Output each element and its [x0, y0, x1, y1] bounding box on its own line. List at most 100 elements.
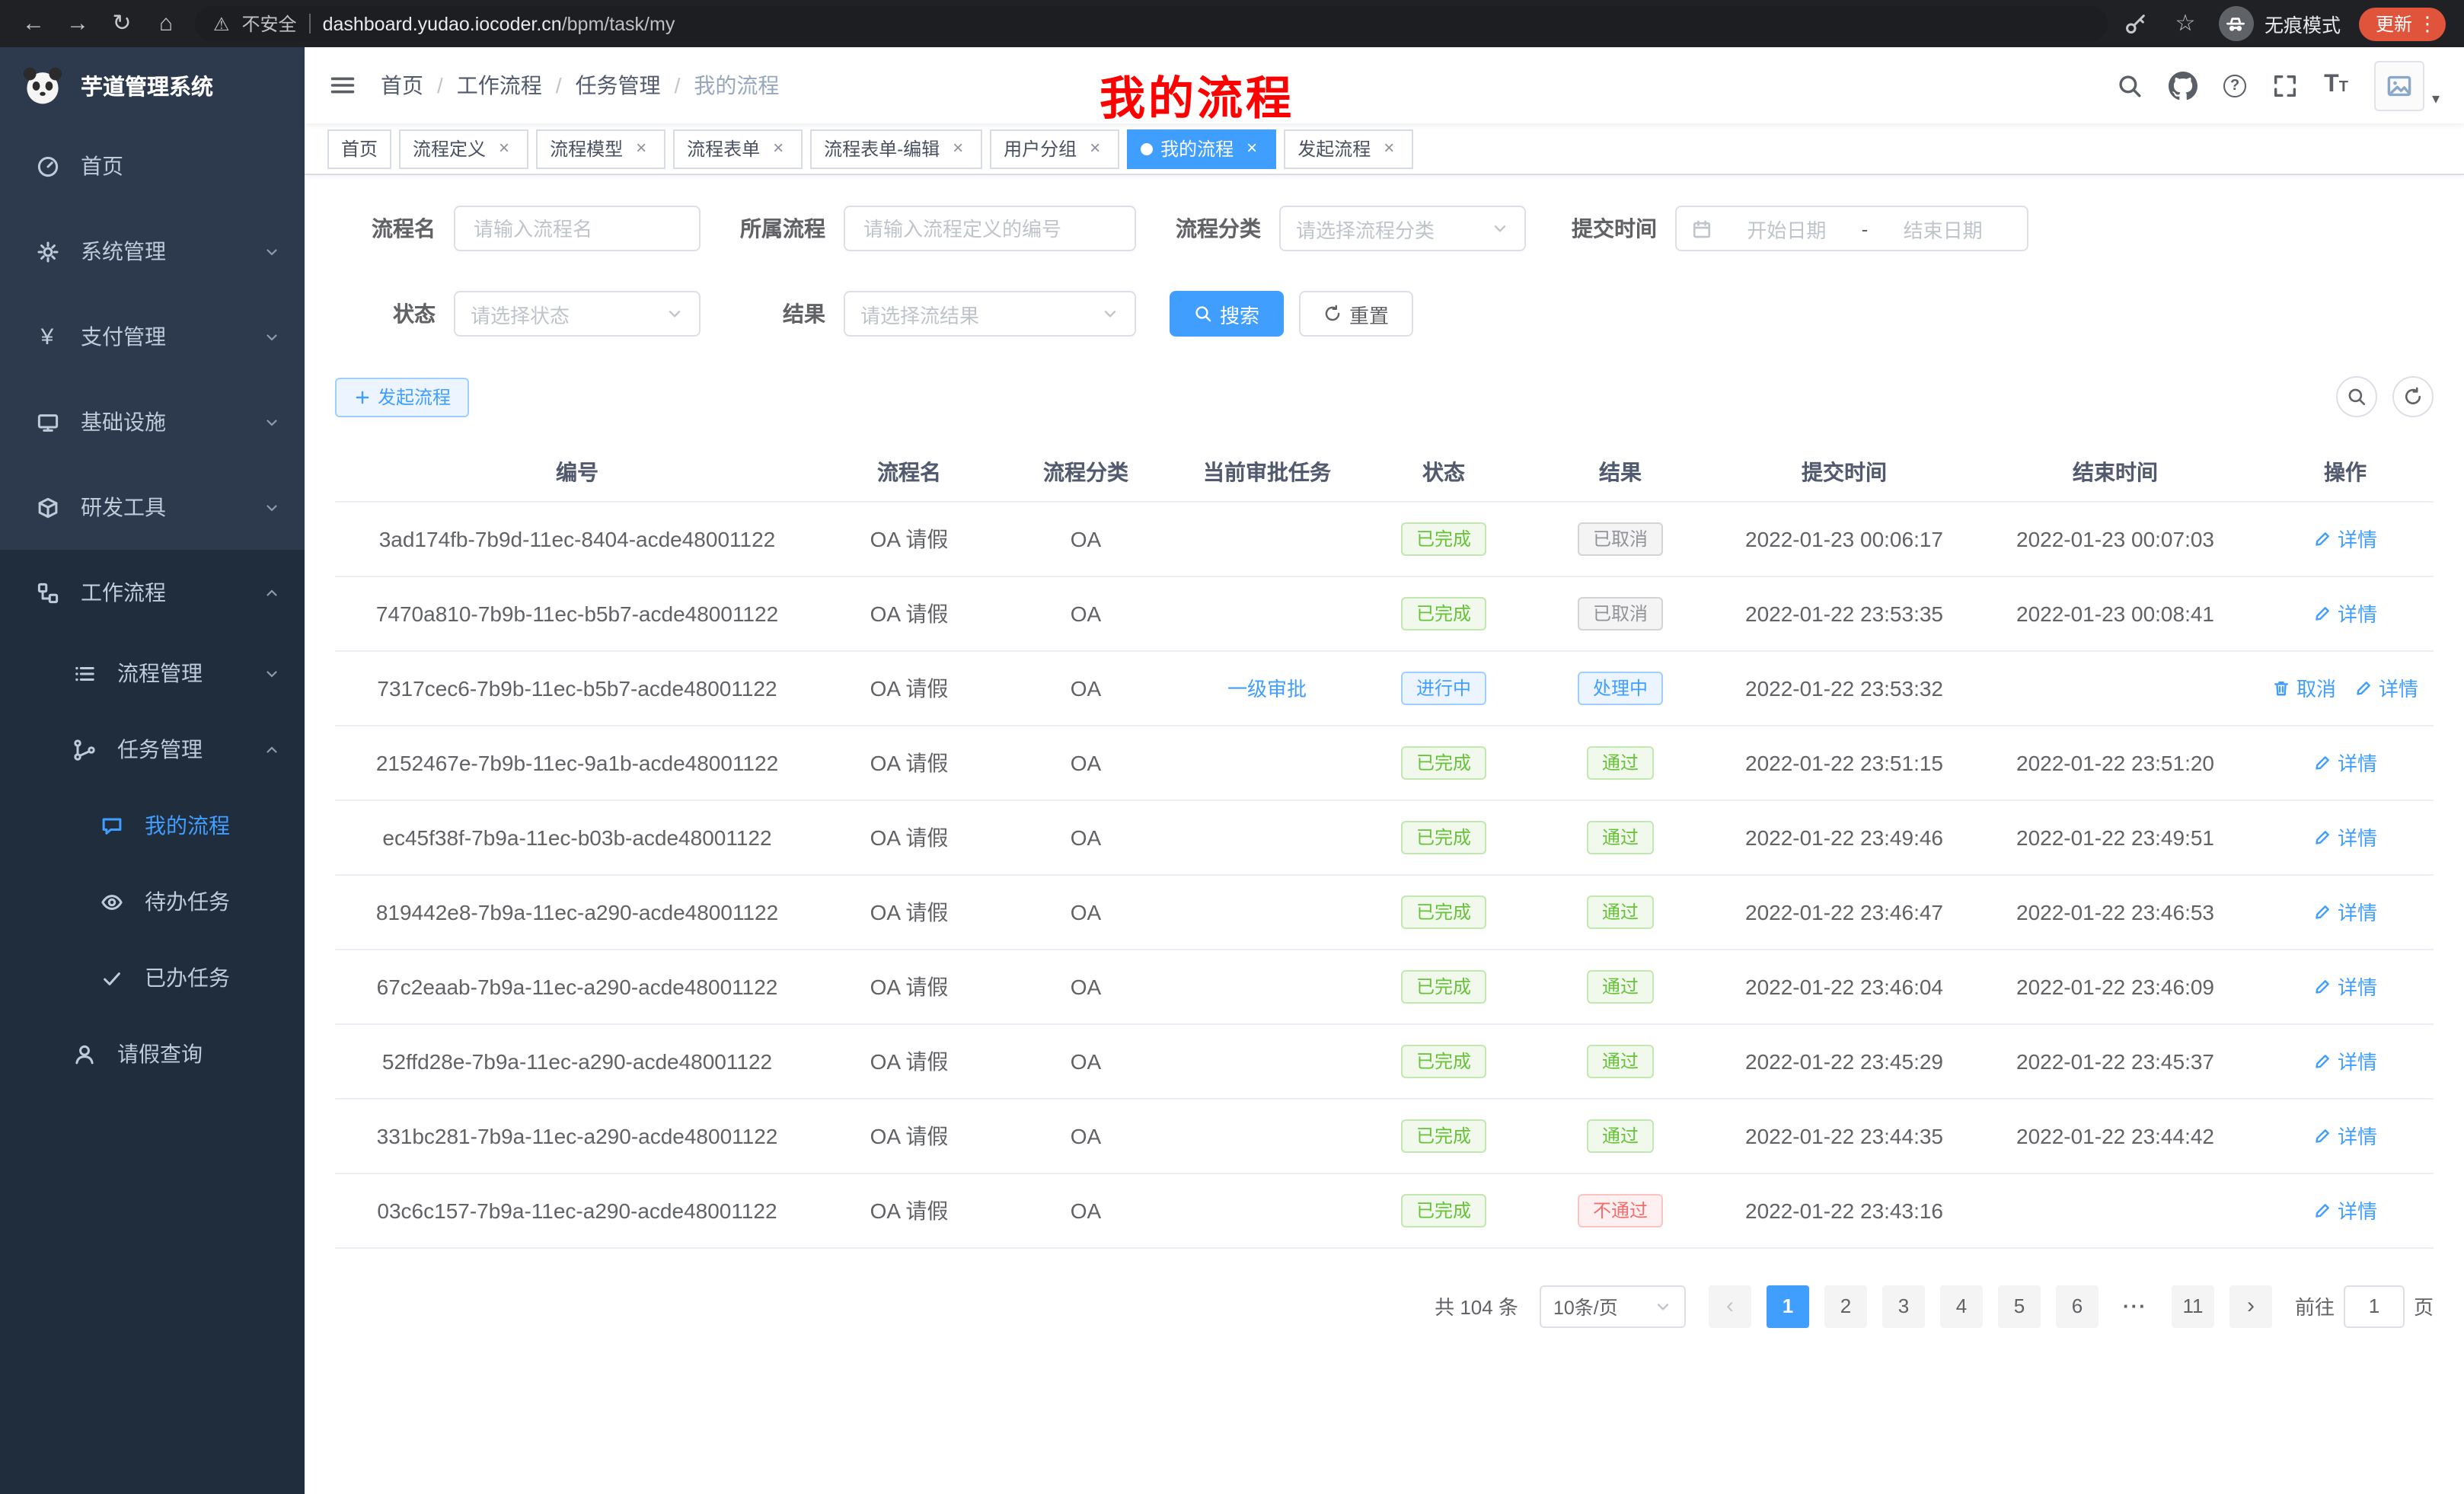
browser-menu-icon[interactable]: ⋮	[2417, 11, 2438, 36]
detail-link[interactable]: 详情	[2313, 1046, 2377, 1075]
cell-category: OA	[999, 1173, 1173, 1247]
breadcrumb-home[interactable]: 首页	[381, 70, 423, 101]
close-icon[interactable]: ×	[1241, 138, 1262, 159]
detail-link[interactable]: 详情	[2313, 748, 2377, 777]
result-select[interactable]: 请选择流结果	[844, 291, 1136, 337]
browser-reload-icon[interactable]: ↻	[107, 12, 137, 35]
create-process-button[interactable]: 发起流程	[335, 377, 469, 417]
process-category-select[interactable]: 请选择流程分类	[1279, 206, 1526, 251]
security-label[interactable]: 不安全	[242, 11, 297, 37]
sidebar-item-home[interactable]: 首页	[0, 123, 305, 209]
sidebar-item-todo-tasks[interactable]: 待办任务	[0, 864, 305, 940]
sidebar-item-task-mgmt[interactable]: 任务管理	[0, 711, 305, 787]
tabs-bar: 首页 流程定义× 流程模型× 流程表单× 流程表单-编辑× 用户分组× 我的流程…	[305, 123, 2464, 175]
prev-page-button[interactable]: ‹	[1709, 1285, 1751, 1327]
search-button[interactable]: 搜索	[1170, 291, 1284, 337]
search-icon[interactable]	[2117, 72, 2143, 98]
detail-link[interactable]: 详情	[2313, 599, 2377, 627]
sidebar-item-dev-tools[interactable]: 研发工具	[0, 464, 305, 550]
detail-link[interactable]: 详情	[2313, 822, 2377, 851]
sidebar-item-done-tasks[interactable]: 已办任务	[0, 940, 305, 1016]
sidebar-item-infrastructure[interactable]: 基础设施	[0, 379, 305, 464]
tab-my-process[interactable]: 我的流程×	[1127, 129, 1276, 168]
table-row: 3ad174fb-7b9d-11ec-8404-acde48001122 OA …	[335, 501, 2434, 576]
tab-user-group[interactable]: 用户分组×	[990, 129, 1119, 168]
sidebar-item-system-mgmt[interactable]: 系统管理	[0, 209, 305, 294]
sidebar-item-label: 支付管理	[81, 321, 166, 352]
close-icon[interactable]: ×	[947, 138, 969, 159]
next-page-button[interactable]: ›	[2229, 1285, 2272, 1327]
page-button-1[interactable]: 1	[1767, 1285, 1809, 1327]
browser-home-icon[interactable]: ⌂	[151, 12, 181, 35]
address-bar[interactable]: ⚠ 不安全 dashboard.yudao.iocoder.cn/bpm/tas…	[195, 6, 2108, 41]
close-icon[interactable]: ×	[493, 138, 515, 159]
detail-link[interactable]: 详情	[2313, 972, 2377, 1001]
current-task-link[interactable]: 一级审批	[1227, 673, 1307, 702]
url-text: dashboard.yudao.iocoder.cn/bpm/task/my	[323, 13, 675, 34]
close-icon[interactable]: ×	[1084, 138, 1106, 159]
bookmark-star-icon[interactable]: ☆	[2170, 12, 2201, 35]
fullscreen-icon[interactable]	[2272, 72, 2298, 98]
tab-start-process[interactable]: 发起流程×	[1284, 129, 1413, 168]
browser-back-icon[interactable]: ←	[18, 12, 49, 35]
sidebar-item-payment-mgmt[interactable]: ¥ 支付管理	[0, 294, 305, 379]
close-icon[interactable]: ×	[1378, 138, 1400, 159]
cell-result: 已取消	[1526, 501, 1715, 576]
cell-category: OA	[999, 650, 1173, 725]
detail-link[interactable]: 详情	[2313, 897, 2377, 926]
cancel-link[interactable]: 取消	[2272, 673, 2336, 702]
toggle-search-button[interactable]	[2336, 376, 2377, 417]
detail-link[interactable]: 详情	[2313, 1196, 2377, 1224]
tab-process-definition[interactable]: 流程定义×	[399, 129, 528, 168]
app-logo[interactable]: 芋道管理系统	[0, 47, 305, 123]
status-select[interactable]: 请选择状态	[454, 291, 701, 337]
page-button-2[interactable]: 2	[1824, 1285, 1867, 1327]
cell-actions: 详情	[2257, 1098, 2434, 1173]
sidebar-item-process-mgmt[interactable]: 流程管理	[0, 635, 305, 711]
page-button-11[interactable]: 11	[2172, 1285, 2214, 1327]
cell-name: OA 请假	[819, 949, 999, 1023]
page-button-5[interactable]: 5	[1998, 1285, 2041, 1327]
page-size-select[interactable]: 10条/页	[1540, 1285, 1686, 1327]
help-icon[interactable]: ?	[2223, 74, 2246, 97]
app-title: 芋道管理系统	[81, 69, 213, 101]
page-button-3[interactable]: 3	[1882, 1285, 1925, 1327]
cell-name: OA 请假	[819, 874, 999, 949]
tab-home[interactable]: 首页	[327, 129, 391, 168]
github-icon[interactable]	[2169, 71, 2197, 100]
detail-link[interactable]: 详情	[2354, 673, 2418, 702]
close-icon[interactable]: ×	[630, 138, 652, 159]
workflow-icon	[30, 581, 64, 604]
sidebar-item-workflow[interactable]: 工作流程	[0, 550, 305, 635]
browser-update-button[interactable]: 更新 ⋮	[2359, 7, 2446, 40]
edit-icon	[2313, 604, 2332, 622]
cell-id: 7317cec6-7b9b-11ec-b5b7-acde48001122	[335, 650, 819, 725]
detail-link[interactable]: 详情	[2313, 1121, 2377, 1150]
tab-process-form[interactable]: 流程表单×	[673, 129, 803, 168]
detail-link[interactable]: 详情	[2313, 524, 2377, 553]
sidebar-item-leave-query[interactable]: 请假查询	[0, 1016, 305, 1092]
sidebar-item-my-process[interactable]: 我的流程	[0, 787, 305, 864]
monitor-icon	[30, 410, 64, 433]
breadcrumb-workflow[interactable]: 工作流程	[457, 70, 542, 101]
submit-time-range-picker[interactable]: 开始日期 - 结束日期	[1675, 206, 2028, 251]
cell-actions: 详情	[2257, 949, 2434, 1023]
tab-process-model[interactable]: 流程模型×	[536, 129, 665, 168]
page-button-4[interactable]: 4	[1940, 1285, 1983, 1327]
close-icon[interactable]: ×	[768, 138, 789, 159]
more-pages-button[interactable]: ···	[2114, 1285, 2156, 1327]
sidebar-toggle-button[interactable]	[329, 72, 356, 99]
font-size-icon[interactable]: TT	[2324, 73, 2348, 97]
goto-page-input[interactable]	[2344, 1285, 2405, 1327]
process-name-input[interactable]	[454, 206, 701, 251]
user-menu[interactable]: ▾	[2374, 60, 2440, 110]
process-definition-input[interactable]	[844, 206, 1136, 251]
refresh-button[interactable]	[2392, 376, 2434, 417]
tab-process-form-edit[interactable]: 流程表单-编辑×	[810, 129, 982, 168]
reset-button[interactable]: 重置	[1299, 291, 1413, 337]
browser-forward-icon[interactable]: →	[62, 12, 93, 35]
key-icon[interactable]	[2121, 12, 2152, 35]
breadcrumb-task-mgmt[interactable]: 任务管理	[576, 70, 661, 101]
page-button-6[interactable]: 6	[2056, 1285, 2099, 1327]
avatar[interactable]	[2374, 60, 2424, 110]
